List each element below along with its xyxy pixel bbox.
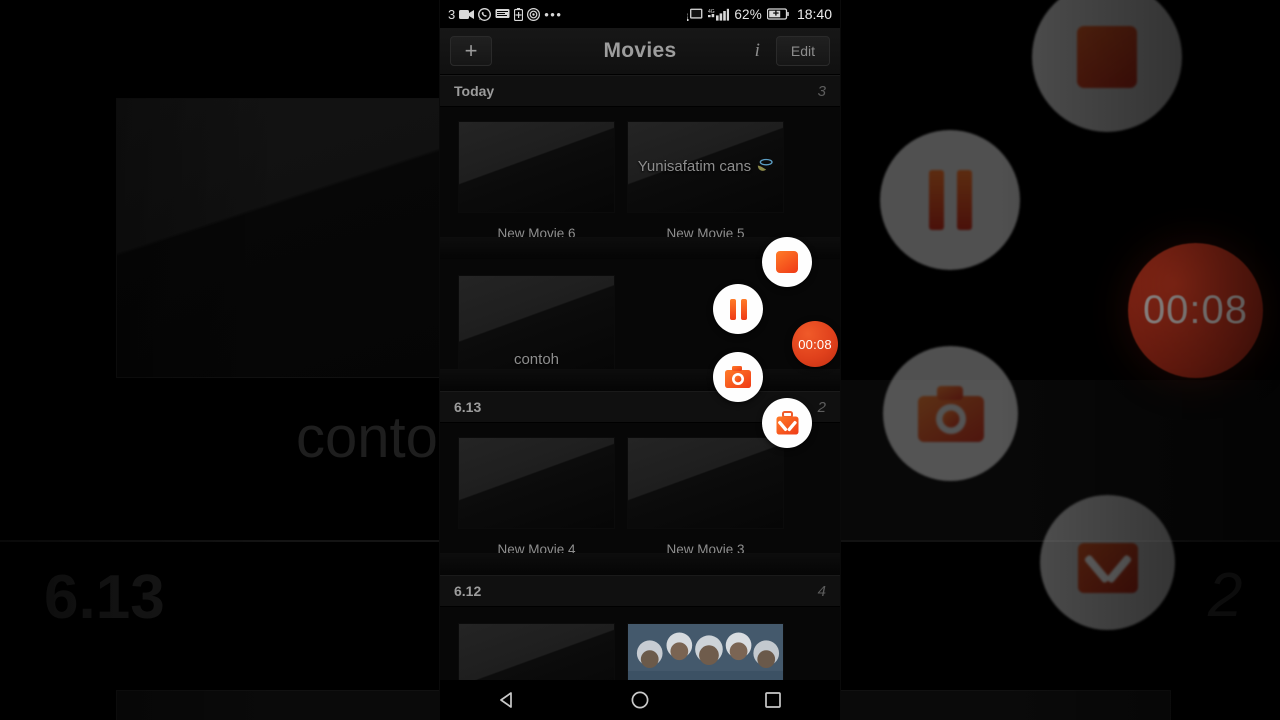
recording-timer-badge[interactable]: 00:08 bbox=[792, 321, 838, 367]
movie-title: New Movie 3 bbox=[666, 542, 745, 557]
movie-tile[interactable]: New Movie 4 bbox=[458, 437, 615, 571]
ghost-pause-button bbox=[880, 130, 1020, 270]
section-label: 6.12 bbox=[454, 583, 482, 599]
movie-thumbnail[interactable]: contoh bbox=[458, 275, 615, 375]
toolbox-icon bbox=[776, 410, 798, 434]
movie-tile[interactable]: New Movie 3 bbox=[627, 437, 784, 571]
movie-tile[interactable]: contoh bbox=[458, 275, 615, 387]
status-bar: 3 ••• 4G 62% 18:40 bbox=[440, 0, 840, 28]
stop-recording-button[interactable] bbox=[762, 237, 812, 287]
movie-title bbox=[458, 375, 615, 387]
section-label: 6.13 bbox=[454, 399, 482, 415]
screen-recorder-icon bbox=[527, 7, 541, 21]
app-bar: + Movies i Edit bbox=[440, 28, 840, 75]
section-header-612: 6.12 4 bbox=[440, 575, 840, 607]
ghost-stop-button bbox=[1032, 0, 1182, 132]
screen-root: contoh 6.13 2 00:08 3 ••• 4G 62% 18:40 +… bbox=[0, 0, 1280, 720]
movie-thumbnail[interactable]: Yunisafatim cans bbox=[627, 121, 784, 213]
home-circle-icon[interactable] bbox=[630, 690, 650, 710]
back-triangle-icon[interactable] bbox=[497, 690, 517, 710]
signal-bars-icon: 4G bbox=[708, 8, 730, 21]
movie-title: New Movie 4 bbox=[497, 542, 576, 557]
thumbnail-caption: Yunisafatim cans bbox=[632, 158, 780, 175]
shelf-today: New Movie 6 Yunisafatim cans New Movie 5 bbox=[440, 107, 840, 259]
phone-screen: 3 ••• 4G 62% 18:40 + Movies i Edit Today… bbox=[440, 0, 840, 720]
notification-count: 3 bbox=[448, 6, 456, 22]
ghost-text-2: 2 bbox=[1208, 561, 1243, 630]
camera-icon bbox=[725, 366, 751, 388]
ghost-stop-icon bbox=[1077, 26, 1137, 88]
movie-thumbnail[interactable] bbox=[458, 437, 615, 529]
section-header-today: Today 3 bbox=[440, 75, 840, 107]
clock: 18:40 bbox=[796, 6, 832, 22]
whatsapp-icon bbox=[478, 7, 492, 21]
leaf-bowl-icon bbox=[758, 159, 773, 172]
ghost-pause-icon bbox=[928, 170, 972, 230]
battery-saver-icon bbox=[514, 7, 524, 21]
battery-charging-icon bbox=[766, 8, 789, 20]
battery-percent: 62% bbox=[734, 6, 762, 22]
section-label: Today bbox=[454, 83, 495, 99]
tools-button[interactable] bbox=[762, 398, 812, 448]
video-camera-icon bbox=[459, 9, 475, 20]
screenshot-button[interactable] bbox=[713, 352, 763, 402]
ghost-screenshot-button bbox=[883, 346, 1018, 481]
ghost-panel-left-top bbox=[116, 98, 444, 378]
thumbnail-caption-text: contoh bbox=[513, 350, 560, 368]
ghost-divider-left bbox=[0, 540, 445, 542]
movie-thumbnail[interactable] bbox=[627, 437, 784, 529]
android-nav-bar bbox=[440, 680, 840, 720]
section-count: 4 bbox=[817, 582, 826, 600]
ghost-toolbox-icon bbox=[1077, 530, 1138, 593]
status-bar-right: 4G 62% 18:40 bbox=[687, 6, 832, 22]
section-count: 2 bbox=[817, 398, 826, 416]
movie-tile[interactable]: New Movie 6 bbox=[458, 121, 615, 255]
info-icon[interactable]: i bbox=[749, 40, 766, 62]
pause-icon bbox=[729, 298, 747, 320]
section-count: 3 bbox=[817, 82, 826, 100]
ghost-camera-icon bbox=[917, 385, 984, 442]
movie-title: New Movie 6 bbox=[497, 226, 576, 241]
status-bar-left: 3 ••• bbox=[448, 7, 562, 22]
pause-recording-button[interactable] bbox=[713, 284, 763, 334]
ghost-timer-badge: 00:08 bbox=[1128, 243, 1263, 378]
recents-square-icon[interactable] bbox=[763, 690, 783, 710]
ghost-tools-button bbox=[1040, 495, 1175, 630]
cast-icon bbox=[687, 8, 703, 21]
more-dots-icon: ••• bbox=[544, 6, 563, 22]
movie-thumbnail[interactable] bbox=[458, 121, 615, 213]
movie-title: New Movie 5 bbox=[666, 226, 745, 241]
add-movie-button[interactable]: + bbox=[450, 36, 492, 66]
thumbnail-caption-text: Yunisafatim cans bbox=[637, 158, 752, 176]
messages-icon bbox=[495, 8, 510, 20]
stop-icon bbox=[776, 251, 798, 273]
movies-list[interactable]: Today 3 New Movie 6 Yunisafatim cans New… bbox=[440, 75, 840, 719]
edit-button[interactable]: Edit bbox=[775, 36, 830, 66]
ghost-text-613: 6.13 bbox=[44, 563, 165, 632]
app-bar-actions: i Edit bbox=[749, 36, 830, 66]
movie-tile[interactable]: Yunisafatim cans New Movie 5 bbox=[627, 121, 784, 255]
